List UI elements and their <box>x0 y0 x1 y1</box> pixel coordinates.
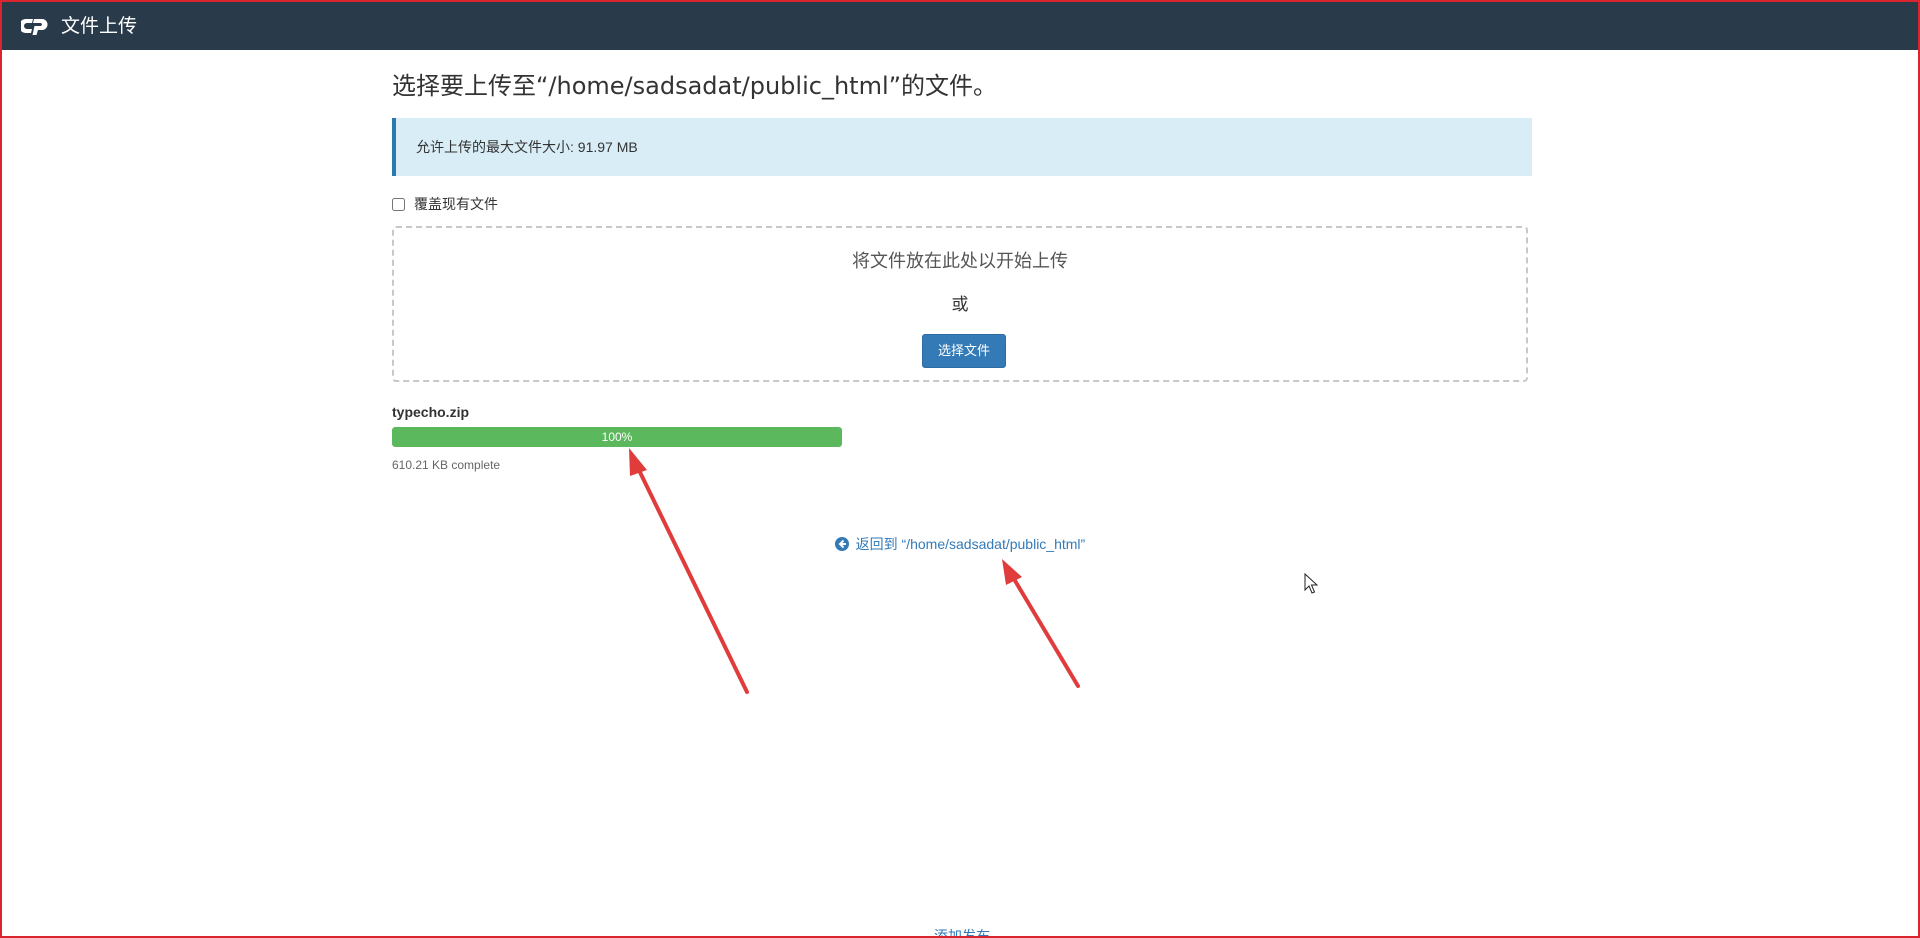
upload-status-text: 610.21 KB complete <box>392 458 501 472</box>
app-title: 文件上传 <box>61 15 138 37</box>
annotation-arrow-progress <box>629 448 749 694</box>
upload-progress-bar: 100% <box>392 427 842 447</box>
max-size-text: 允许上传的最大文件大小: 91.97 MB <box>416 139 638 155</box>
overwrite-checkbox[interactable] <box>392 197 405 211</box>
mouse-pointer-icon <box>1304 573 1318 594</box>
cpanel-logo-icon[interactable] <box>21 14 53 38</box>
arrow-circle-left-icon <box>834 537 849 551</box>
top-bar: 文件上传 <box>2 2 1918 50</box>
back-link-label: 返回到 “/home/sadsadat/public_html” <box>855 536 1086 552</box>
or-text: 或 <box>951 295 969 315</box>
overwrite-label: 覆盖现有文件 <box>414 196 498 212</box>
uploaded-file-name: typecho.zip <box>392 404 470 420</box>
annotation-arrow-back-link <box>1002 559 1080 688</box>
page-title: 选择要上传至“/home/sadsadat/public_html”的文件。 <box>392 72 998 100</box>
upload-progress-fill: 100% <box>392 427 842 447</box>
file-dropzone[interactable]: 将文件放在此处以开始上传 或 选择文件 <box>392 226 1528 382</box>
screenshot-frame: 文件上传 选择要上传至“/home/sadsadat/public_html”的… <box>0 0 1920 938</box>
select-file-button[interactable]: 选择文件 <box>922 334 1006 368</box>
overwrite-option[interactable]: 覆盖现有文件 <box>392 194 498 214</box>
back-to-directory-link[interactable]: 返回到 “/home/sadsadat/public_html” <box>392 534 1528 554</box>
drop-text: 将文件放在此处以开始上传 <box>852 251 1068 272</box>
footer-link[interactable]: 添加发布 <box>392 926 1532 936</box>
max-size-alert: 允许上传的最大文件大小: 91.97 MB <box>392 118 1532 176</box>
